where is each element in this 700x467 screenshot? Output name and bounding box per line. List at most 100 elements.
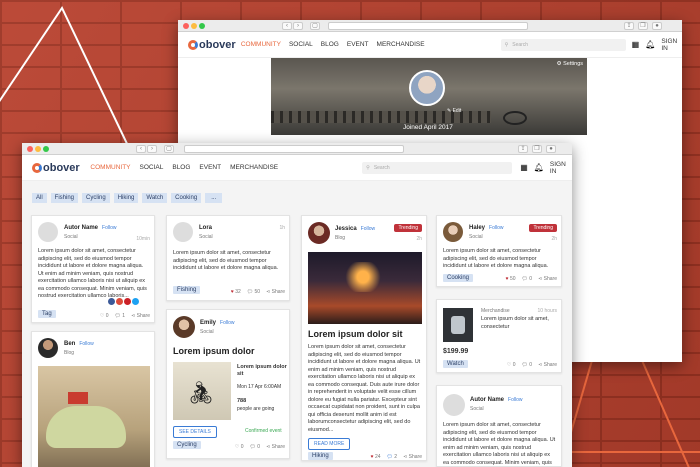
search-input[interactable]: ⚲ Search	[500, 38, 626, 51]
grid-icon[interactable]: ▦	[520, 163, 528, 172]
post-tag[interactable]: Hiking	[308, 452, 333, 460]
twitter-icon[interactable]	[132, 298, 139, 305]
back-icon[interactable]: ‹	[282, 22, 292, 30]
forward-icon[interactable]: ›	[147, 145, 157, 153]
avatar[interactable]	[38, 222, 58, 242]
post-card-autor-2[interactable]: Autor Name Follow Social Lorem ipsum dolo…	[436, 385, 562, 467]
profile-avatar[interactable]	[409, 70, 445, 106]
logo[interactable]: obover	[32, 162, 90, 174]
event-image[interactable]: 🚴︎	[173, 362, 231, 420]
like-button[interactable]: ♥ 32	[231, 289, 241, 295]
event-card-emily[interactable]: Emily Follow Social Lorem ipsum dolor 🚴︎ …	[166, 309, 290, 459]
tabs-icon[interactable]: ❐	[532, 145, 542, 153]
nav-merchandise[interactable]: MERCHANDISE	[377, 41, 425, 48]
read-more-button[interactable]: READ MORE	[308, 438, 351, 450]
author-name[interactable]: Ben Follow	[64, 341, 94, 347]
filter-all[interactable]: All	[32, 193, 47, 203]
follow-link[interactable]: Follow	[102, 225, 116, 231]
facebook-icon[interactable]	[108, 298, 115, 305]
settings-link[interactable]: ⚙ Settings	[557, 61, 583, 67]
filter-cycling[interactable]: Cycling	[82, 193, 110, 203]
filter-watch[interactable]: Watch	[142, 193, 168, 203]
minimize-icon[interactable]	[35, 146, 41, 152]
share-icon[interactable]: ⇪	[518, 145, 528, 153]
nav-event[interactable]: EVENT	[199, 164, 221, 171]
filter-fishing[interactable]: Fishing	[50, 193, 79, 203]
author-name[interactable]: Lora	[199, 225, 212, 231]
comment-button[interactable]: 💬︎ 0	[522, 276, 533, 282]
comment-button[interactable]: 💬︎ 1	[115, 313, 126, 319]
back-icon[interactable]: ‹	[136, 145, 146, 153]
edit-profile-link[interactable]: ✎ Edit	[447, 108, 461, 114]
comment-button[interactable]: 💬︎ 2	[387, 454, 398, 460]
avatar[interactable]	[173, 222, 193, 242]
post-card-haley[interactable]: Haley Follow Social Trending 2h Lorem ips…	[436, 215, 562, 287]
comment-button[interactable]: 💬︎ 0	[250, 444, 261, 450]
nav-merchandise[interactable]: MERCHANDISE	[230, 164, 278, 171]
nav-social[interactable]: SOCIAL	[289, 41, 313, 48]
grid-icon[interactable]: ▦	[632, 40, 640, 49]
share-button[interactable]: ⋖ Share	[403, 454, 422, 460]
post-tag[interactable]: Cycling	[173, 441, 201, 449]
shield-icon[interactable]: ▢	[164, 145, 174, 153]
shield-icon[interactable]: ▢	[310, 22, 320, 30]
post-image[interactable]	[308, 252, 422, 324]
minimize-icon[interactable]	[191, 23, 197, 29]
comment-button[interactable]: 💬︎ 0	[522, 362, 533, 368]
follow-link[interactable]: Follow	[79, 341, 93, 347]
filter-hiking[interactable]: Hiking	[113, 193, 139, 203]
follow-link[interactable]: Follow	[220, 320, 234, 326]
settings-icon[interactable]: ●	[652, 22, 662, 30]
filter-cooking[interactable]: Cooking	[171, 193, 202, 203]
author-name[interactable]: Autor Name Follow	[64, 225, 116, 231]
avatar[interactable]	[173, 316, 195, 338]
blog-card-jessica[interactable]: Jessica Follow Blog Trending 2h Lorem ips…	[301, 215, 427, 461]
post-tag[interactable]: Fishing	[173, 286, 201, 294]
avatar[interactable]	[443, 394, 465, 416]
follow-link[interactable]: Follow	[508, 397, 522, 403]
filter-more[interactable]: ...	[205, 193, 223, 203]
comment-button[interactable]: 💬︎ 50	[247, 289, 260, 295]
nav-blog[interactable]: BLOG	[321, 41, 339, 48]
post-card-ben[interactable]: Ben Follow Blog	[31, 331, 155, 467]
close-icon[interactable]	[183, 23, 189, 29]
avatar[interactable]	[38, 338, 58, 358]
see-details-button[interactable]: SEE DETAILS	[173, 426, 217, 438]
post-tag[interactable]: Watch	[443, 360, 468, 368]
share-button[interactable]: ⋖ Share	[538, 276, 557, 282]
author-name[interactable]: Emily Follow	[200, 320, 234, 326]
address-bar[interactable]	[184, 145, 404, 153]
like-button[interactable]: ♥ 50	[506, 276, 516, 282]
bell-icon[interactable]: 🔔︎	[645, 40, 655, 49]
share-button[interactable]: ⋖ Share	[131, 313, 150, 319]
search-input[interactable]: ⚲ Search	[362, 161, 513, 174]
avatar[interactable]	[443, 222, 463, 242]
share-button[interactable]: ⋖ Share	[266, 444, 285, 450]
post-tag[interactable]: Cooking	[443, 274, 474, 282]
close-icon[interactable]	[27, 146, 33, 152]
follow-link[interactable]: Follow	[489, 225, 503, 231]
nav-blog[interactable]: BLOG	[172, 164, 190, 171]
sign-in-link[interactable]: SIGN IN	[550, 161, 572, 175]
post-image[interactable]	[38, 366, 150, 467]
merch-card-watch[interactable]: Merchandise 10 hours Lorem ipsum dolor s…	[436, 299, 562, 373]
like-button[interactable]: ♡ 0	[235, 444, 244, 450]
share-button[interactable]: ⋖ Share	[266, 289, 285, 295]
post-title[interactable]: Lorem ipsum dolor sit	[308, 329, 403, 339]
like-button[interactable]: ♥ 24	[371, 454, 381, 460]
share-button[interactable]: ⋖ Share	[538, 362, 557, 368]
post-tag[interactable]: Tag	[38, 310, 56, 318]
google-plus-icon[interactable]	[116, 298, 123, 305]
nav-event[interactable]: EVENT	[347, 41, 369, 48]
forward-icon[interactable]: ›	[293, 22, 303, 30]
nav-community[interactable]: COMMUNITY	[90, 164, 130, 171]
sign-in-link[interactable]: SIGN IN	[661, 38, 682, 52]
maximize-icon[interactable]	[199, 23, 205, 29]
bell-icon[interactable]: 🔔︎	[534, 163, 544, 172]
share-icon[interactable]: ⇪	[624, 22, 634, 30]
address-bar[interactable]	[328, 22, 528, 30]
follow-link[interactable]: Follow	[361, 226, 375, 232]
author-name[interactable]: Haley Follow	[469, 225, 503, 231]
nav-social[interactable]: SOCIAL	[140, 164, 164, 171]
nav-community[interactable]: COMMUNITY	[241, 41, 281, 48]
